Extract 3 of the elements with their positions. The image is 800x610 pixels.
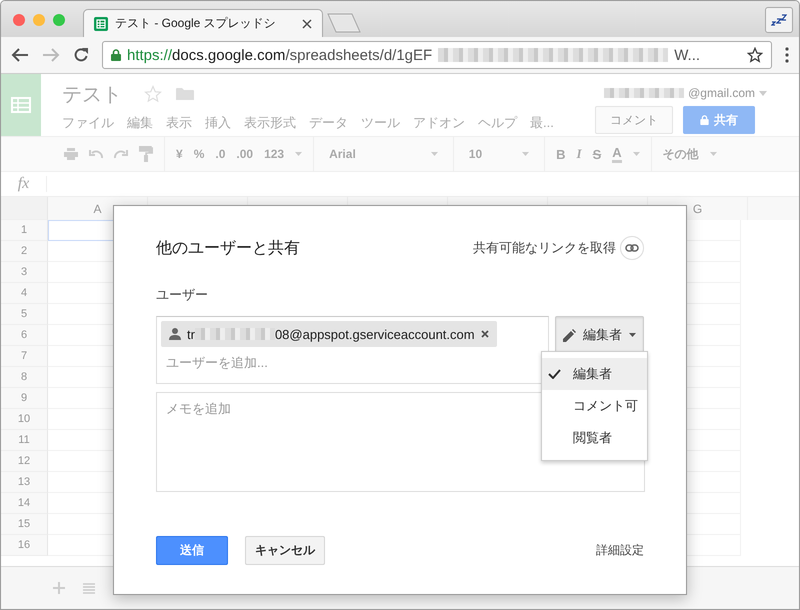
users-label: ユーザー xyxy=(156,286,209,304)
formula-label: fx xyxy=(16,175,30,193)
dialog-title: 他のユーザーと共有 xyxy=(156,238,300,258)
